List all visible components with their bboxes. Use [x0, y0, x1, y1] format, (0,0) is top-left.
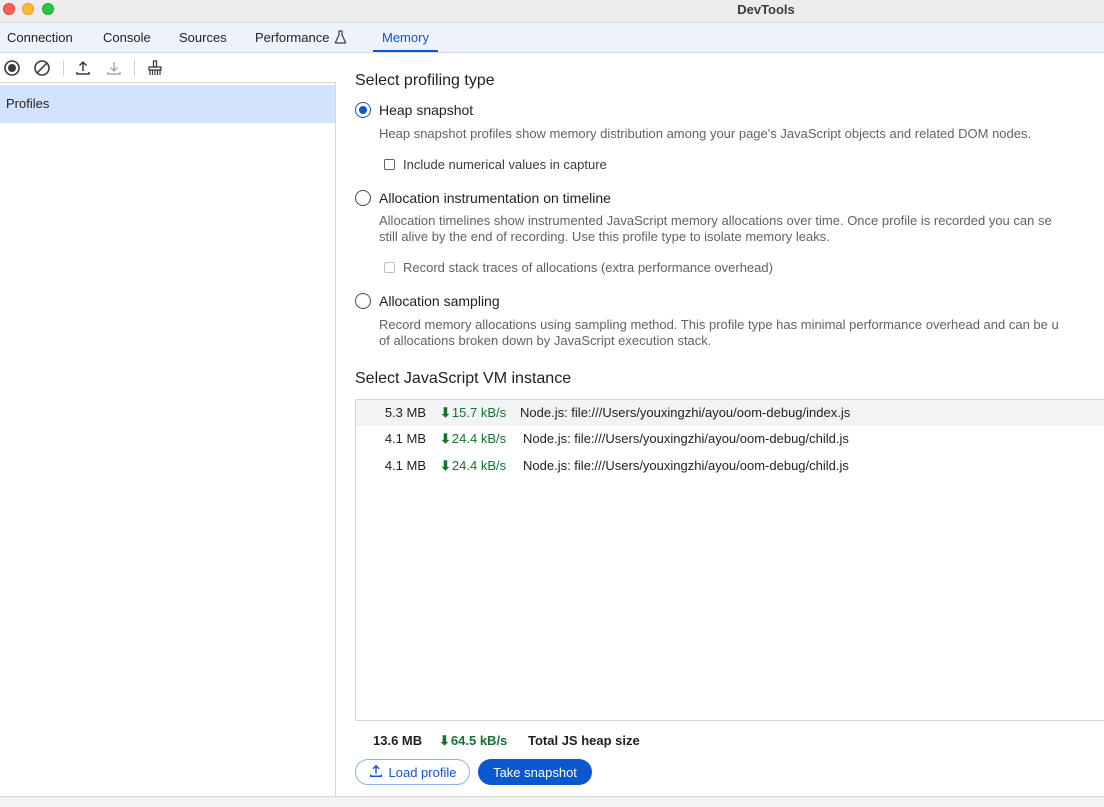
tab-console[interactable]: Console [103, 23, 151, 52]
drawer-bar [0, 796, 1104, 807]
record-stack-traces-label: Record stack traces of allocations (extr… [403, 260, 773, 275]
tab-sources[interactable]: Sources [179, 23, 227, 52]
tab-connection[interactable]: Connection [7, 23, 73, 52]
clear-icon[interactable] [32, 58, 52, 78]
include-numerical-values-checkbox[interactable] [384, 159, 395, 170]
allocation-timeline-description-line-1: Allocation timelines show instrumented J… [379, 213, 1052, 228]
profiling-type-heading: Select profiling type [355, 72, 495, 89]
arrow-down-icon: ⬇ [440, 405, 451, 420]
vm-heap-size: 4.1 MB [384, 431, 426, 446]
load-profile-button[interactable]: Load profile [355, 759, 470, 785]
vm-instance-row[interactable]: 5.3 MB ⬇15.7 kB/s Node.js: file:///Users… [356, 400, 1104, 426]
tab-performance[interactable]: Performance [255, 23, 347, 52]
arrow-down-icon: ⬇ [440, 458, 451, 473]
vm-heap-size: 4.1 MB [384, 458, 426, 473]
heap-snapshot-radio[interactable] [355, 102, 371, 118]
experiment-flask-icon [334, 25, 347, 54]
profiles-toolbar [0, 53, 336, 83]
allocation-sampling-description-line-1: Record memory allocations using sampling… [379, 317, 1059, 332]
total-heap-size: 13.6 MB [373, 733, 423, 748]
take-snapshot-button[interactable]: Take snapshot [478, 759, 592, 785]
window-title: DevTools [737, 2, 795, 17]
sidebar-item-profiles[interactable]: Profiles [0, 85, 335, 123]
panel-tab-bar: Connection Console Sources Performance M… [0, 23, 1104, 53]
vm-instance-name: Node.js: file:///Users/youxingzhi/ayou/o… [520, 405, 851, 420]
record-stack-traces-checkbox[interactable] [384, 262, 395, 273]
vm-heap-rate: ⬇24.4 kB/s [440, 453, 506, 479]
download-icon[interactable] [104, 58, 124, 78]
garbage-collect-icon[interactable] [145, 58, 165, 78]
arrow-down-icon: ⬇ [440, 431, 451, 446]
include-numerical-values-label[interactable]: Include numerical values in capture [403, 157, 607, 172]
total-heap-label: Total JS heap size [528, 733, 640, 748]
vm-heap-rate: ⬇15.7 kB/s [440, 400, 506, 426]
allocation-sampling-radio[interactable] [355, 293, 371, 309]
memory-panel-main: Select profiling type Heap snapshot Heap… [337, 53, 1104, 796]
record-icon[interactable] [2, 58, 22, 78]
heap-snapshot-label[interactable]: Heap snapshot [379, 102, 473, 118]
total-heap-rate: ⬇64.5 kB/s [439, 731, 507, 751]
toolbar-divider [134, 60, 135, 76]
allocation-timeline-label[interactable]: Allocation instrumentation on timeline [379, 190, 611, 206]
tab-memory[interactable]: Memory [373, 23, 438, 52]
allocation-timeline-radio[interactable] [355, 190, 371, 206]
vm-instance-heading: Select JavaScript VM instance [355, 370, 572, 387]
vm-heap-rate: ⬇24.4 kB/s [440, 426, 506, 452]
arrow-down-icon: ⬇ [439, 733, 450, 748]
vm-instance-name: Node.js: file:///Users/youxingzhi/ayou/o… [523, 431, 849, 446]
heap-snapshot-description: Heap snapshot profiles show memory distr… [379, 126, 1032, 141]
vm-instance-row[interactable]: 4.1 MB ⬇24.4 kB/s Node.js: file:///Users… [356, 453, 1104, 479]
upload-icon [369, 764, 383, 781]
profiles-sidebar: Profiles [0, 83, 336, 796]
vm-instance-list: 5.3 MB ⬇15.7 kB/s Node.js: file:///Users… [355, 399, 1104, 721]
allocation-sampling-label[interactable]: Allocation sampling [379, 293, 500, 309]
allocation-timeline-description-line-2: still alive by the end of recording. Use… [379, 229, 830, 244]
vm-instance-row[interactable]: 4.1 MB ⬇24.4 kB/s Node.js: file:///Users… [356, 426, 1104, 452]
allocation-sampling-description-line-2: of allocations broken down by JavaScript… [379, 333, 712, 348]
toolbar-divider [63, 60, 64, 76]
title-bar: DevTools [0, 0, 1104, 23]
vm-heap-size: 5.3 MB [384, 405, 426, 420]
upload-icon[interactable] [73, 58, 93, 78]
vm-instance-name: Node.js: file:///Users/youxingzhi/ayou/o… [523, 458, 849, 473]
